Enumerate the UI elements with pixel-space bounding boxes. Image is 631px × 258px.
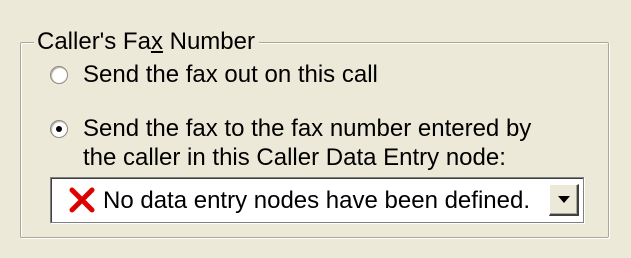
- group-title-suffix: Number: [162, 28, 255, 55]
- group-title-access-key: x: [150, 28, 163, 55]
- radio-button-unchecked[interactable]: [50, 66, 68, 84]
- group-title-prefix: Caller's Fa: [37, 28, 151, 55]
- radio-button-checked[interactable]: [50, 120, 68, 138]
- radio-send-to-entered-number[interactable]: Send the fax to the fax number entered b…: [50, 114, 553, 172]
- dropdown-arrow-button[interactable]: [549, 184, 579, 216]
- radio-label-send-on-call: Send the fax out on this call: [83, 61, 378, 88]
- group-title: Caller's Fax Number: [34, 27, 259, 57]
- fax-number-panel: Caller's Fax Number Send the fax out on …: [0, 0, 631, 258]
- chevron-down-icon: [558, 196, 570, 203]
- error-x-icon: [67, 185, 97, 215]
- data-entry-node-dropdown[interactable]: No data entry nodes have been defined.: [50, 177, 584, 223]
- dropdown-selected-value: No data entry nodes have been defined.: [103, 187, 530, 214]
- radio-label-send-to-entered: Send the fax to the fax number entered b…: [83, 115, 532, 171]
- radio-send-on-this-call[interactable]: Send the fax out on this call: [50, 60, 378, 90]
